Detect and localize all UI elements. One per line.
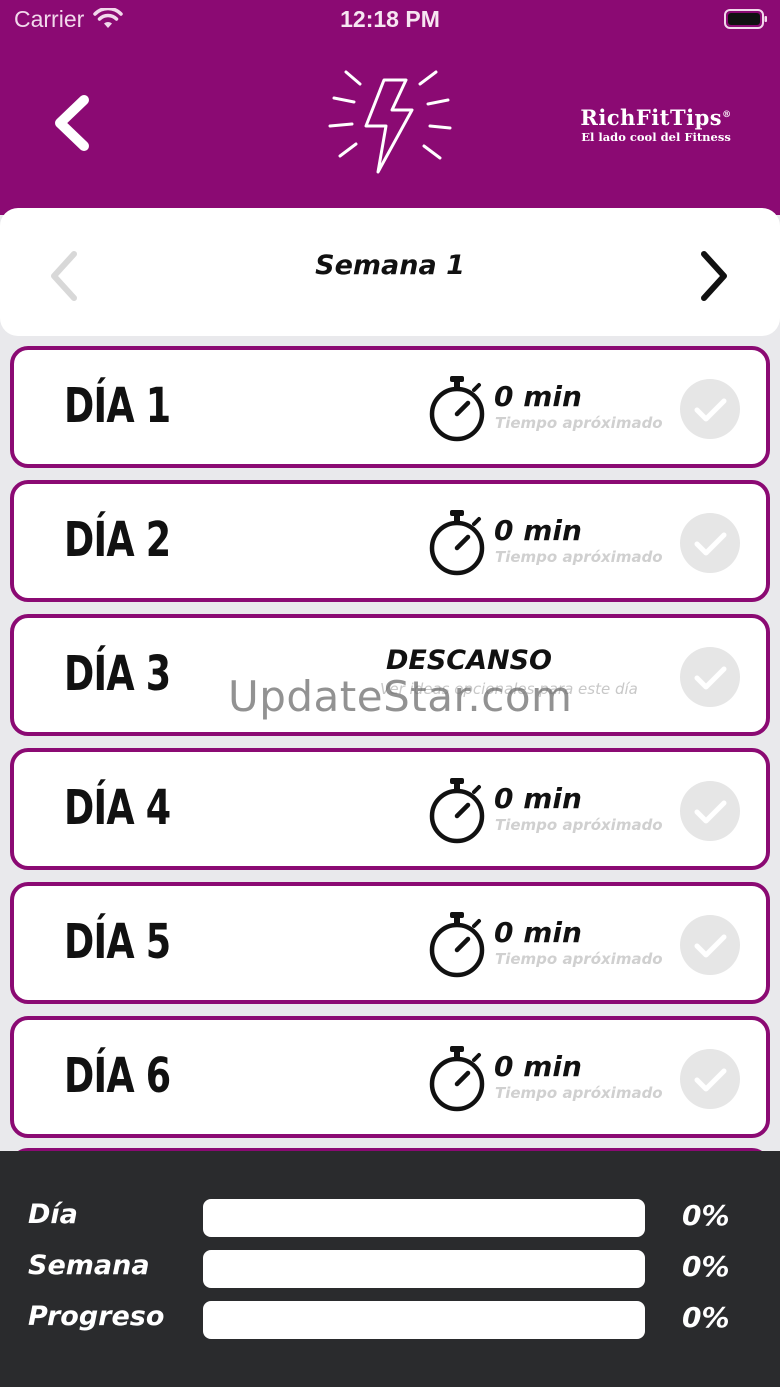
rest-title: DESCANSO	[385, 645, 552, 676]
stopwatch-icon	[429, 912, 485, 978]
progress-label: Día	[28, 1199, 78, 1230]
duration-caption: Tiempo apróximado	[495, 1084, 663, 1102]
day-label: DÍA 2	[64, 512, 171, 568]
check-icon[interactable]	[680, 647, 740, 707]
week-selector: Semana 1	[0, 208, 780, 336]
next-week-button[interactable]	[694, 248, 734, 304]
progress-value: 0%	[682, 1301, 730, 1334]
day-label: DÍA 6	[64, 1048, 171, 1104]
progress-row-day: Día 0%	[0, 1199, 780, 1239]
registered-mark: ®	[722, 110, 732, 120]
progress-bar	[203, 1250, 645, 1288]
duration-caption: Tiempo apróximado	[495, 548, 663, 566]
progress-row-week: Semana 0%	[0, 1250, 780, 1290]
day-label: DÍA 4	[64, 780, 171, 836]
day-list: DÍA 1 0 min Tiempo apróximado DÍA 2 0 mi…	[10, 346, 770, 1151]
day-card-4[interactable]: DÍA 4 0 min Tiempo apróximado	[10, 748, 770, 870]
day-label: DÍA 3	[64, 646, 171, 702]
brand-tagline: El lado cool del Fitness	[581, 130, 731, 144]
status-time: 12:18 PM	[340, 6, 440, 32]
stopwatch-icon	[429, 376, 485, 442]
day-card-1[interactable]: DÍA 1 0 min Tiempo apróximado	[10, 346, 770, 468]
duration-caption: Tiempo apróximado	[495, 816, 663, 834]
brand-name: RichFitTips®	[580, 105, 732, 130]
check-icon[interactable]	[680, 379, 740, 439]
lightning-bolt-icon	[328, 70, 452, 174]
check-icon[interactable]	[680, 781, 740, 841]
battery-icon	[724, 9, 767, 29]
progress-value: 0%	[682, 1199, 730, 1232]
rest-caption: Ver ideas opcionales para este día	[380, 680, 638, 698]
stopwatch-icon	[429, 1046, 485, 1112]
back-button[interactable]	[48, 92, 96, 154]
day-label: DÍA 5	[64, 914, 171, 970]
check-icon[interactable]	[680, 915, 740, 975]
duration-value: 0 min	[494, 782, 582, 815]
day-card-2[interactable]: DÍA 2 0 min Tiempo apróximado	[10, 480, 770, 602]
brand-logo: RichFitTips® El lado cool del Fitness	[566, 103, 746, 145]
progress-label: Semana	[28, 1250, 150, 1281]
day-label: DÍA 1	[64, 378, 171, 434]
duration-caption: Tiempo apróximado	[495, 950, 663, 968]
progress-bar	[203, 1301, 645, 1339]
day-card-5[interactable]: DÍA 5 0 min Tiempo apróximado	[10, 882, 770, 1004]
progress-panel: Día 0% Semana 0% Progreso 0%	[0, 1151, 780, 1387]
day-card-6[interactable]: DÍA 6 0 min Tiempo apróximado	[10, 1016, 770, 1138]
app-header: Carrier 12:18 PM RichFitTips® El lado co…	[0, 0, 780, 215]
progress-value: 0%	[682, 1250, 730, 1283]
progress-bar	[203, 1199, 645, 1237]
duration-value: 0 min	[494, 916, 582, 949]
stopwatch-icon	[429, 778, 485, 844]
check-icon[interactable]	[680, 1049, 740, 1109]
week-title: Semana 1	[315, 250, 465, 281]
duration-value: 0 min	[494, 1050, 582, 1083]
duration-value: 0 min	[494, 514, 582, 547]
progress-row-overall: Progreso 0%	[0, 1301, 780, 1341]
stopwatch-icon	[429, 510, 485, 576]
progress-label: Progreso	[28, 1301, 165, 1332]
duration-caption: Tiempo apróximado	[495, 414, 663, 432]
duration-value: 0 min	[494, 380, 582, 413]
day-card-3[interactable]: DÍA 3 DESCANSO Ver ideas opcionales para…	[10, 614, 770, 736]
status-bar: Carrier 12:18 PM	[0, 0, 780, 40]
check-icon[interactable]	[680, 513, 740, 573]
